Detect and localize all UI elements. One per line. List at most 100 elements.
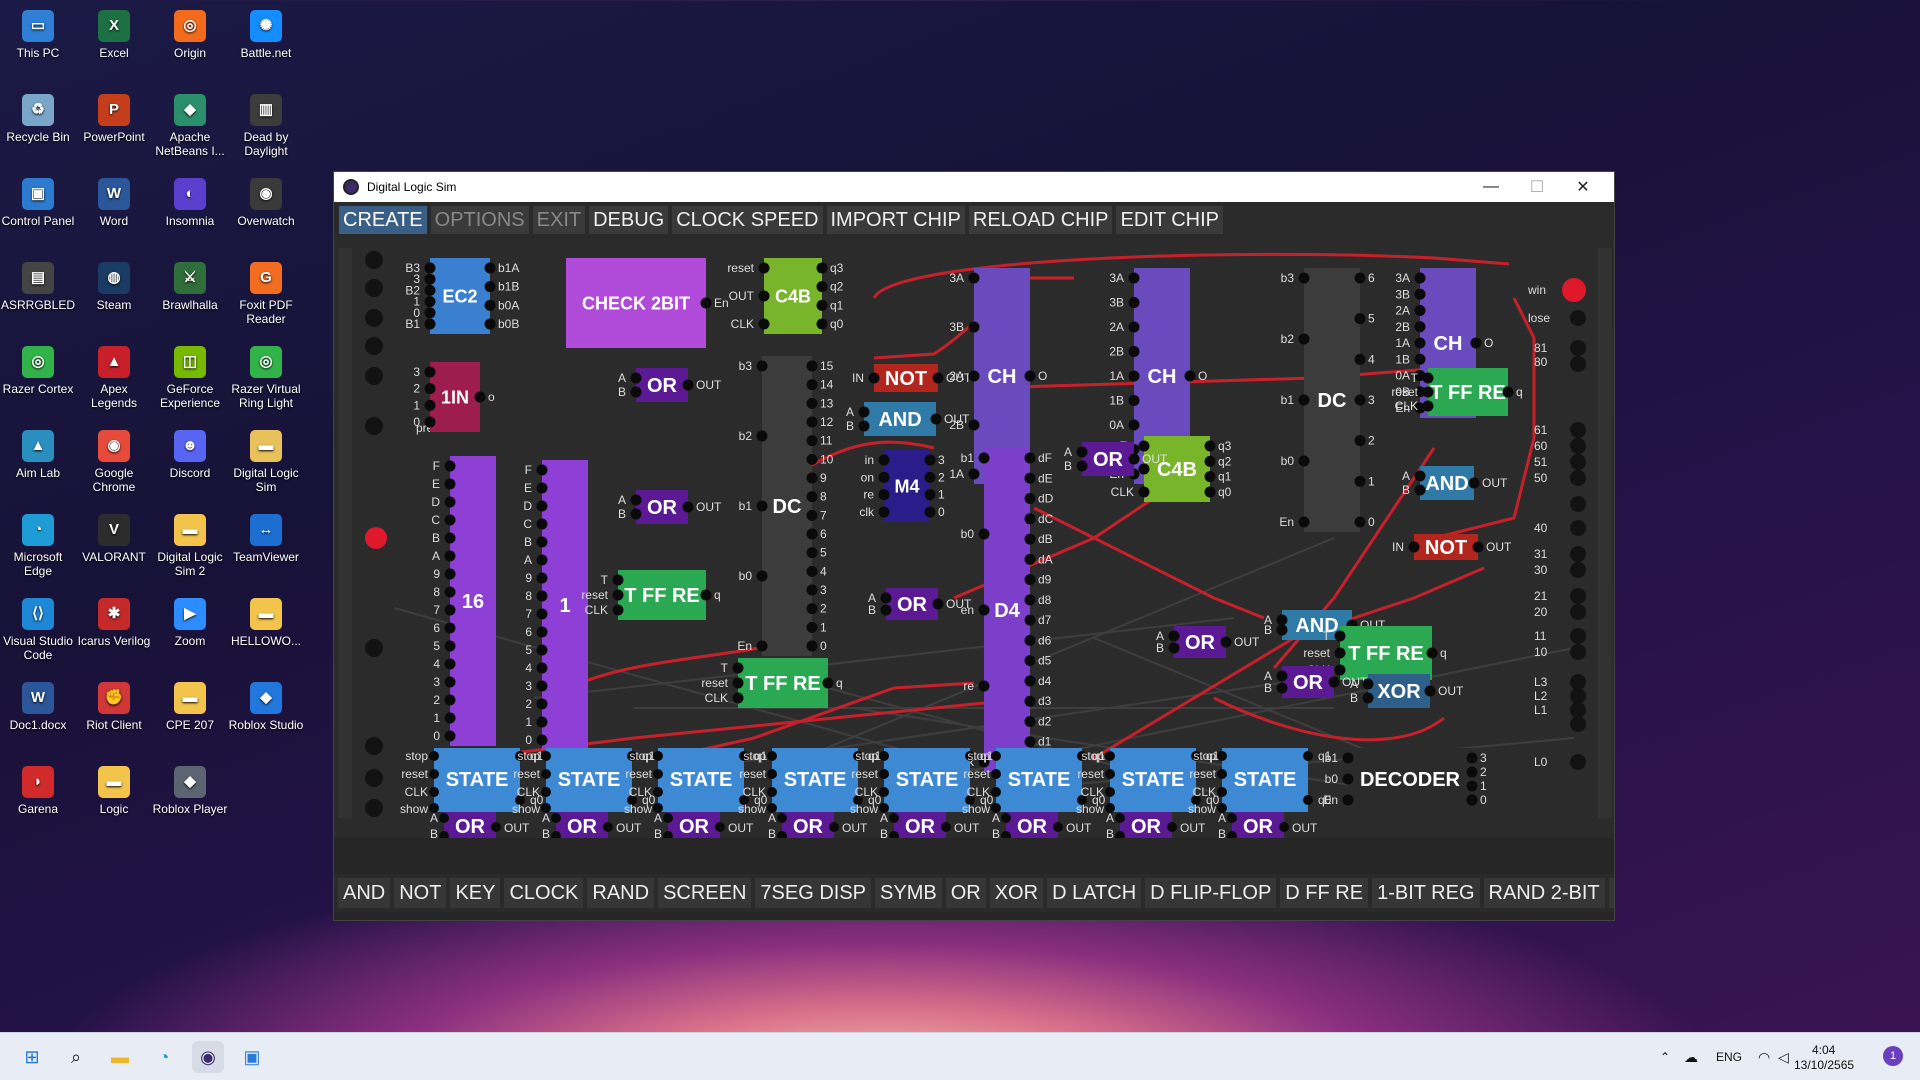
pin[interactable] <box>1354 313 1366 325</box>
output-pin[interactable] <box>1570 496 1586 512</box>
pin[interactable] <box>1204 486 1216 498</box>
pin[interactable] <box>822 677 834 689</box>
pin[interactable] <box>756 640 768 652</box>
start-icon[interactable]: ⊞ <box>16 1041 48 1073</box>
circuit-board[interactable]: presswinlose81806160515040313021201110L3… <box>334 238 1614 838</box>
pin[interactable] <box>806 435 818 447</box>
pin[interactable] <box>1279 822 1289 832</box>
pin[interactable] <box>978 452 990 464</box>
pin[interactable] <box>1024 370 1036 382</box>
pin[interactable] <box>1354 272 1366 284</box>
pin[interactable] <box>806 584 818 596</box>
pin[interactable] <box>1217 787 1227 797</box>
pin[interactable] <box>1184 370 1196 382</box>
input-pin-active[interactable] <box>365 527 387 549</box>
pin[interactable] <box>1298 272 1310 284</box>
palette-not[interactable]: NOT <box>394 878 447 908</box>
pin[interactable] <box>444 730 456 742</box>
pin[interactable] <box>424 273 436 285</box>
pin[interactable] <box>484 299 496 311</box>
pin[interactable] <box>1105 787 1115 797</box>
pin[interactable] <box>1414 305 1426 316</box>
pin[interactable] <box>1217 751 1227 761</box>
pin[interactable] <box>663 813 673 823</box>
pin[interactable] <box>536 554 548 566</box>
desktop-icon[interactable]: ◍ Steam <box>76 256 152 312</box>
pin[interactable] <box>1128 272 1140 284</box>
pin[interactable] <box>536 734 548 746</box>
photos-icon[interactable]: ▣ <box>236 1041 268 1073</box>
pin[interactable] <box>484 281 496 293</box>
pin[interactable] <box>924 471 936 483</box>
pin[interactable] <box>968 321 980 333</box>
pin[interactable] <box>1303 751 1313 761</box>
pin[interactable] <box>816 318 828 330</box>
pin[interactable] <box>1408 541 1420 553</box>
pin[interactable] <box>1128 370 1140 382</box>
pin[interactable] <box>1204 440 1216 452</box>
desktop-icon[interactable]: ⟨⟩ Visual Studio Code <box>0 592 76 662</box>
pin[interactable] <box>630 372 642 384</box>
input-pin[interactable] <box>365 337 383 355</box>
pin[interactable] <box>484 318 496 330</box>
pin[interactable] <box>732 677 744 689</box>
pin[interactable] <box>767 787 777 797</box>
pin[interactable] <box>1227 813 1237 823</box>
pin[interactable] <box>1024 715 1036 727</box>
output-pin[interactable] <box>1570 562 1586 578</box>
palette-d-flip-flop[interactable]: D FLIP-FLOP <box>1145 878 1277 908</box>
pin[interactable] <box>1468 477 1480 489</box>
pin[interactable] <box>536 518 548 530</box>
menu-edit-chip[interactable]: EDIT CHIP <box>1116 206 1224 234</box>
menu-clock-speed[interactable]: CLOCK SPEED <box>672 206 823 234</box>
pin[interactable] <box>1426 647 1438 659</box>
pin[interactable] <box>1334 630 1346 642</box>
pin[interactable] <box>1105 769 1115 779</box>
output-pin[interactable] <box>1570 604 1586 620</box>
pin[interactable] <box>630 508 642 520</box>
pin[interactable] <box>424 307 436 319</box>
palette-7seg-disp[interactable]: 7SEG DISP <box>755 878 872 908</box>
pin[interactable] <box>924 489 936 501</box>
pin[interactable] <box>682 379 694 391</box>
pin[interactable] <box>777 813 787 823</box>
pin[interactable] <box>715 822 725 832</box>
input-pin[interactable] <box>365 417 383 435</box>
pin[interactable] <box>444 658 456 670</box>
pin[interactable] <box>536 608 548 620</box>
pin[interactable] <box>444 586 456 598</box>
pin[interactable] <box>878 471 890 483</box>
pin[interactable] <box>1354 353 1366 365</box>
pin[interactable] <box>756 430 768 442</box>
palette-or[interactable]: OR <box>945 878 986 908</box>
pin[interactable] <box>536 536 548 548</box>
pin[interactable] <box>806 603 818 615</box>
desktop-icon[interactable]: ✺ Battle.net <box>228 4 304 60</box>
pin[interactable] <box>1414 321 1426 333</box>
palette-symb[interactable]: SYMB <box>875 878 942 908</box>
pin[interactable] <box>1167 822 1177 832</box>
pin[interactable] <box>806 640 818 652</box>
pin[interactable] <box>806 528 818 540</box>
menu-options[interactable]: OPTIONS <box>430 206 529 234</box>
pin[interactable] <box>806 397 818 409</box>
pin[interactable] <box>653 787 663 797</box>
menu-import-chip[interactable]: IMPORT CHIP <box>826 206 965 234</box>
output-pin[interactable] <box>1570 628 1586 644</box>
pin[interactable] <box>1472 541 1484 553</box>
pin[interactable] <box>1128 297 1140 308</box>
pin[interactable] <box>1342 773 1354 785</box>
palette-xor[interactable]: XOR <box>989 878 1044 908</box>
input-pin[interactable] <box>365 799 383 817</box>
pin[interactable] <box>603 822 613 832</box>
digital-logic-sim-icon[interactable]: ◉ <box>192 1041 224 1073</box>
desktop-icon[interactable]: ☻ Discord <box>152 424 228 480</box>
desktop-icon[interactable]: ▤ ASRRGBLED <box>0 256 76 312</box>
desktop-icon[interactable]: X Excel <box>76 4 152 60</box>
desktop-icon[interactable]: ◆ Apache NetBeans I... <box>152 88 228 158</box>
output-pin[interactable] <box>1570 688 1586 704</box>
pin[interactable] <box>1024 452 1036 464</box>
pin[interactable] <box>816 281 828 293</box>
pin[interactable] <box>700 589 712 601</box>
pin[interactable] <box>991 769 1001 779</box>
